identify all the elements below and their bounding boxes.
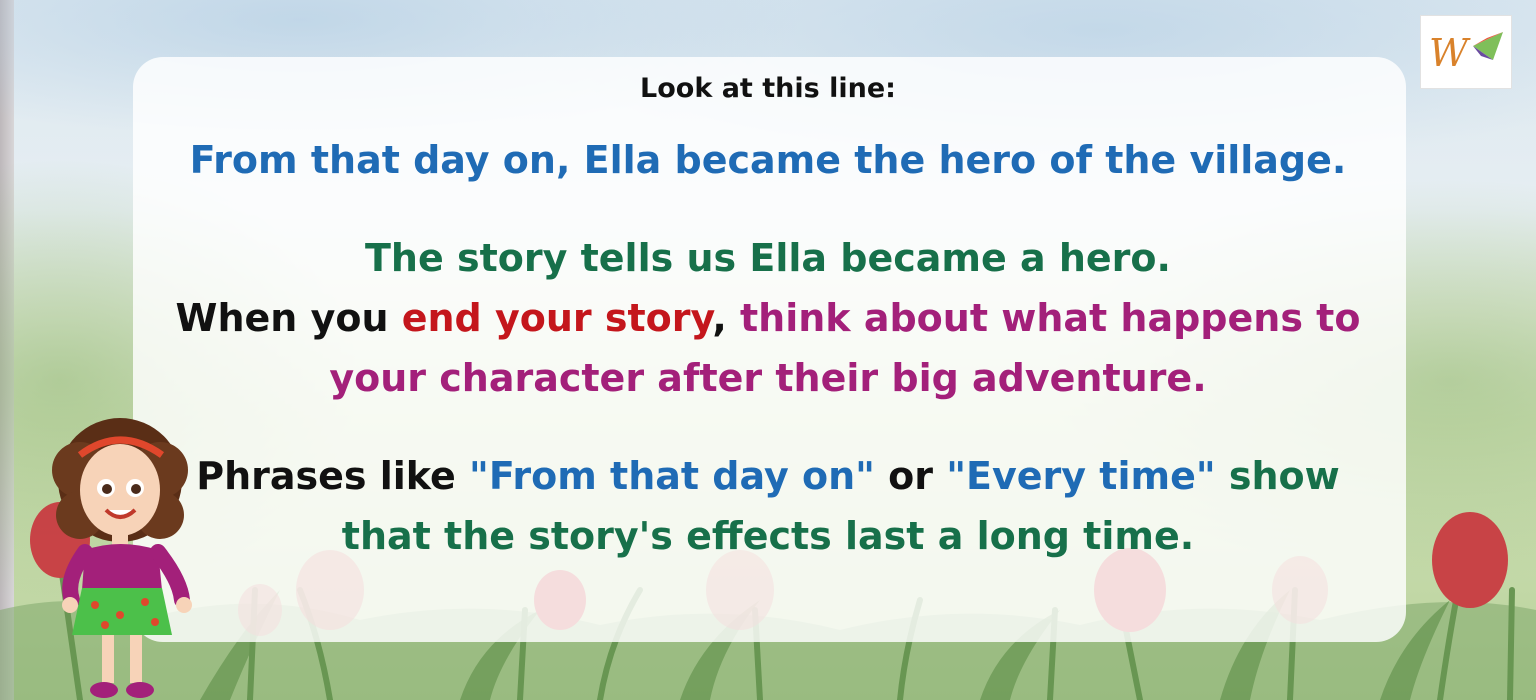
phrases-or: or [874, 454, 947, 498]
quote-text: From that day on, Ella became the hero o… [189, 138, 1347, 182]
svg-text:W: W [1429, 31, 1471, 75]
when-prefix: When you [175, 296, 402, 340]
intro-text: Look at this line: [640, 73, 896, 104]
end-your-story-highlight: end your story [401, 296, 713, 340]
girl-illustration [52, 418, 192, 698]
phrases-show: show [1215, 454, 1340, 498]
when-rest: think about what happens to [740, 296, 1361, 340]
story-line: The story tells us Ella became a hero. [365, 236, 1171, 280]
when-comma: , [712, 296, 741, 340]
when-line: When you end your story, think about wha… [0, 296, 1536, 340]
phrases-line: Phrases like "From that day on" or "Ever… [0, 454, 1536, 498]
effects-line: that the story's effects last a long tim… [341, 514, 1195, 558]
phrases-prefix: Phrases like [196, 454, 470, 498]
character-line: your character after their big adventure… [329, 356, 1207, 400]
logo-icon: W [1420, 15, 1512, 89]
phrase-every-time: "Every time" [946, 454, 1216, 498]
phrase-from-that-day-on: "From that day on" [469, 454, 875, 498]
